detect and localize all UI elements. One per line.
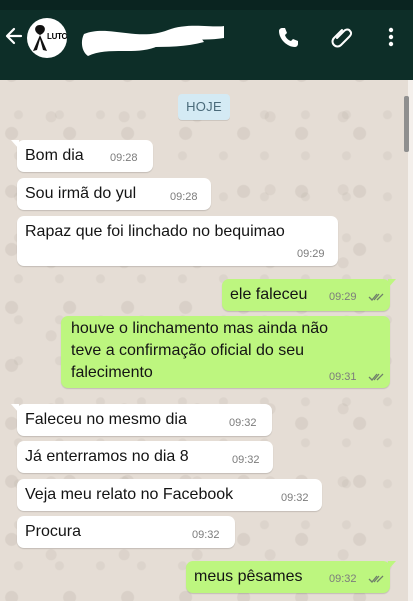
redacted-contact-name[interactable] <box>78 12 226 62</box>
message-text-line: teve a confirmação oficial do seu <box>71 342 305 359</box>
phone-icon[interactable] <box>276 24 302 50</box>
message-bubble-outgoing[interactable]: ele faleceu 09:29 <box>222 279 396 311</box>
chat-header: LUTO <box>0 0 413 80</box>
bubble-tail <box>388 561 396 570</box>
message-time: 09:32 <box>229 417 257 429</box>
message-text: Bom dia <box>25 147 84 164</box>
redacted-text <box>107 520 182 544</box>
message-time: 09:28 <box>170 191 198 203</box>
message-time: 09:32 <box>232 454 260 466</box>
message-time: 09:29 <box>297 248 325 260</box>
message-bubble-outgoing[interactable]: meus pêsames 09:32 <box>186 561 396 593</box>
message-bubble-incoming[interactable]: Rapaz que foi linchado no bequimao 09:29 <box>17 216 338 266</box>
more-vert-icon[interactable] <box>378 24 404 50</box>
message-text-line: falecimento <box>71 364 153 381</box>
bubble-tail <box>388 279 396 288</box>
bubble-tail <box>11 140 19 149</box>
message-text-line: houve o linchamento mas ainda não <box>71 320 329 337</box>
message-time: 09:32 <box>281 492 309 504</box>
avatar[interactable]: LUTO <box>27 18 67 58</box>
screen-edge <box>408 80 413 601</box>
message-bubble-incoming[interactable]: Procura 09:32 <box>17 516 235 548</box>
message-bubble-incoming[interactable]: Sou irmã do yul 09:28 <box>17 178 211 210</box>
message-text: meus pêsames <box>194 568 303 585</box>
message-text: Já enterramos no dia 8 <box>25 448 189 465</box>
double-check-icon <box>368 373 384 381</box>
message-bubble-incoming[interactable]: Já enterramos no dia 8 09:32 <box>17 441 273 473</box>
date-chip: HOJE <box>178 94 230 120</box>
message-text: Faleceu no mesmo dia <box>25 411 187 428</box>
message-time: 09:32 <box>329 573 357 585</box>
message-text: Veja meu relato no Facebook <box>25 486 234 503</box>
message-bubble-incoming[interactable]: Faleceu no mesmo dia 09:32 <box>11 404 272 436</box>
message-text: Procura <box>25 523 82 540</box>
message-bubble-incoming[interactable]: Bom dia 09:28 <box>11 140 153 172</box>
message-time: 09:32 <box>192 529 220 541</box>
message-text: Rapaz que foi linchado no bequimao <box>25 223 285 240</box>
avatar-text: LUTO <box>47 32 67 41</box>
message-time: 09:28 <box>110 152 138 164</box>
message-text: ele faleceu <box>230 286 308 303</box>
paperclip-icon[interactable] <box>329 24 355 50</box>
scrollbar[interactable] <box>404 96 409 152</box>
message-text: Sou irmã do yul <box>25 185 137 202</box>
status-bar <box>0 0 413 10</box>
message-bubble-outgoing[interactable]: houve o linchamento mas ainda não teve a… <box>61 316 390 388</box>
message-bubble-incoming[interactable]: Veja meu relato no Facebook 09:32 <box>17 479 322 511</box>
back-arrow-icon[interactable] <box>5 26 23 46</box>
message-time: 09:29 <box>329 291 357 303</box>
message-time: 09:31 <box>329 371 357 383</box>
double-check-icon <box>368 575 384 583</box>
double-check-icon <box>368 293 384 301</box>
bubble-tail <box>11 404 19 413</box>
